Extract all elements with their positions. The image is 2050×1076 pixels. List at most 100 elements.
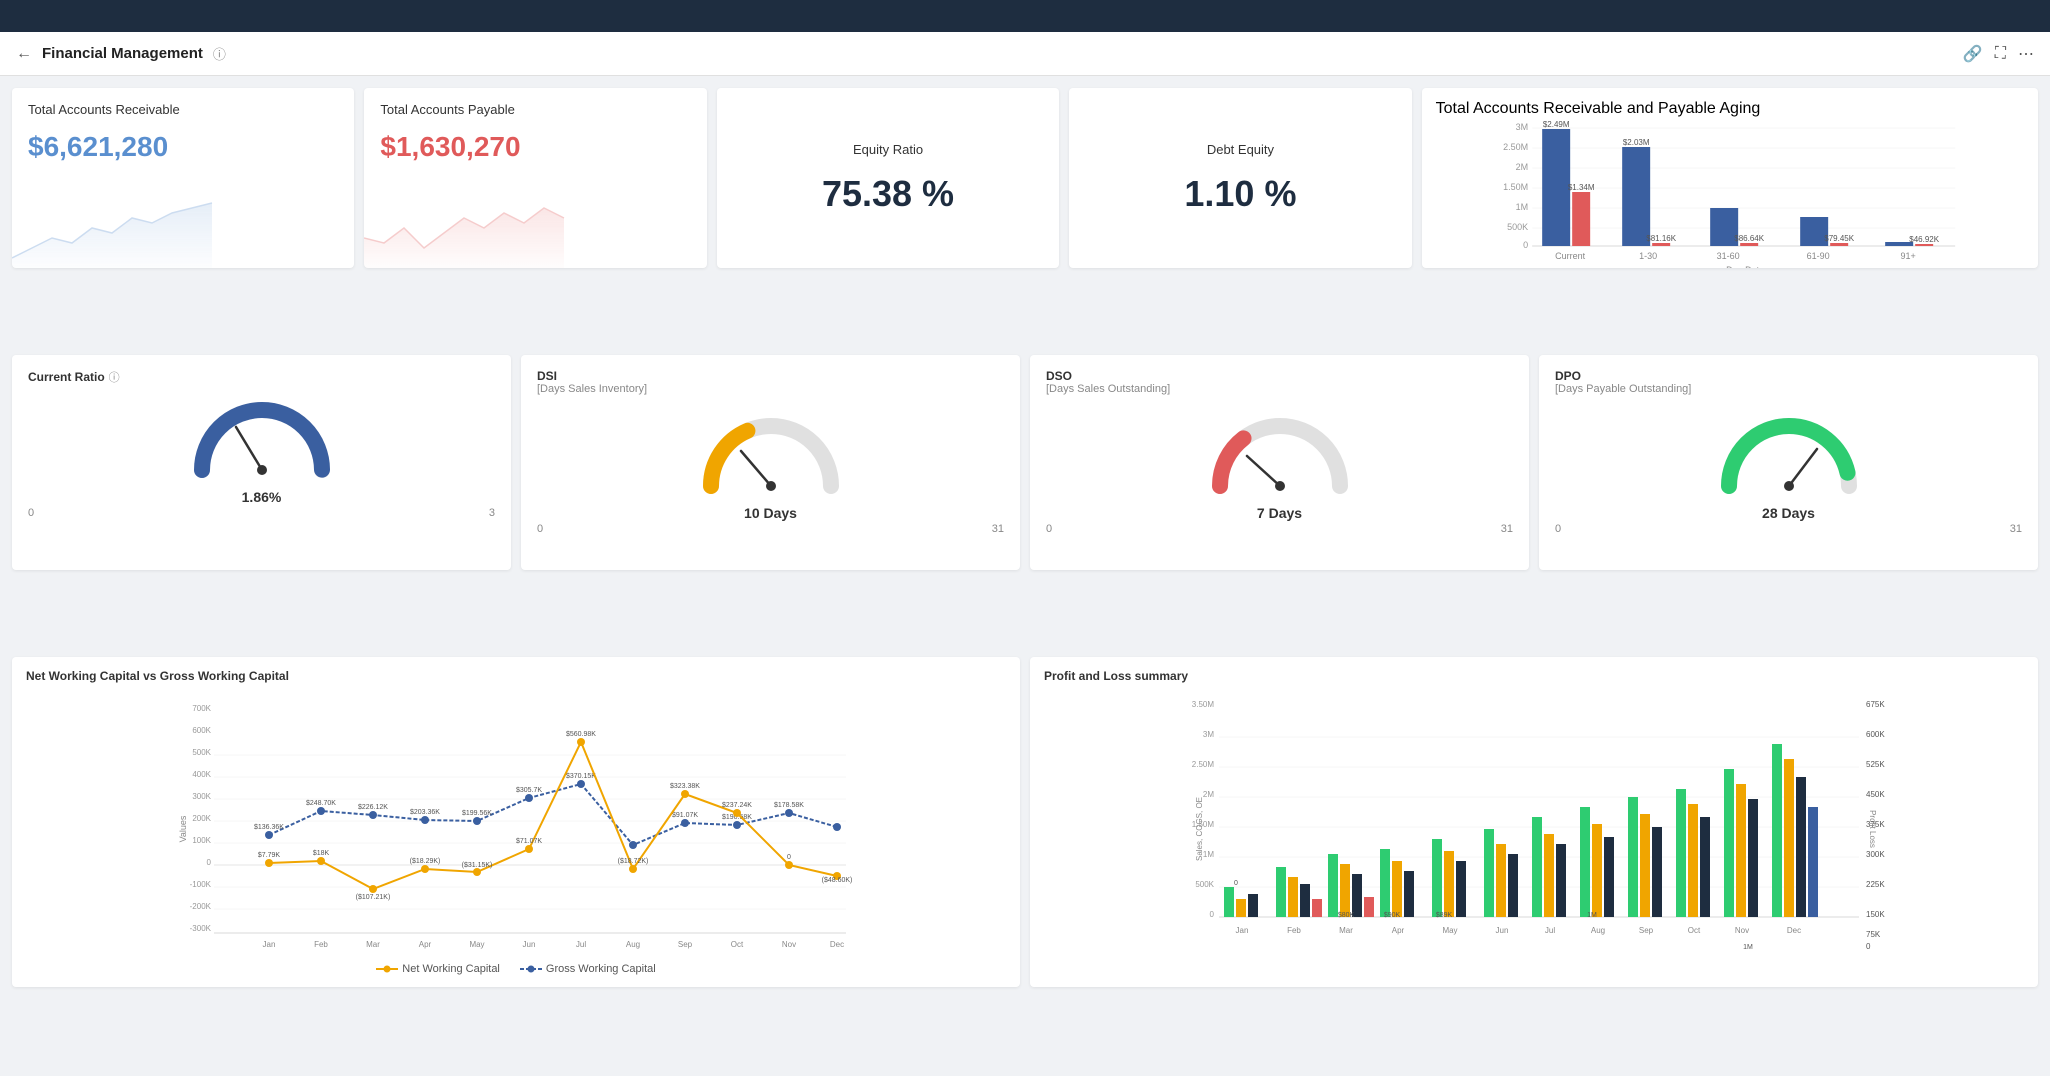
dso-card: DSO [Days Sales Outstanding] 7 Days 0 31 (1030, 355, 1529, 570)
dsi-gauge-container: 10 Days 0 31 (537, 401, 1004, 535)
pnl-chart-title: Profit and Loss summary (1044, 669, 2024, 683)
svg-text:225K: 225K (1866, 880, 1885, 889)
svg-text:Aug: Aug (626, 940, 640, 949)
svg-text:1.50M: 1.50M (1192, 820, 1215, 829)
svg-text:$46.92K: $46.92K (1909, 235, 1939, 244)
svg-text:600K: 600K (1866, 730, 1885, 739)
dpo-card: DPO [Days Payable Outstanding] 28 Days 0… (1539, 355, 2038, 570)
current-ratio-value: 1.86% (242, 489, 282, 505)
dpo-gauge-container: 28 Days 0 31 (1555, 401, 2022, 535)
page-title: Financial Management (42, 45, 203, 62)
dso-gauge (1200, 401, 1360, 501)
svg-text:Jan: Jan (263, 940, 276, 949)
svg-text:300K: 300K (1866, 850, 1885, 859)
svg-text:100K: 100K (192, 836, 211, 845)
svg-text:600K: 600K (192, 726, 211, 735)
svg-text:$86.64K: $86.64K (1734, 234, 1764, 243)
svg-text:3.50M: 3.50M (1192, 700, 1215, 709)
nwc-chart: Values 700K 600K 500K 400K 300K 200K 100… (26, 689, 1006, 954)
current-ratio-info[interactable]: ⓘ (109, 369, 120, 385)
svg-text:$323.38K: $323.38K (670, 783, 700, 790)
svg-text:2.50M: 2.50M (1192, 760, 1215, 769)
svg-text:1M: 1M (1743, 944, 1753, 951)
svg-text:$237.24K: $237.24K (722, 802, 752, 809)
svg-text:1-30: 1-30 (1639, 251, 1657, 261)
ar-ap-aging-card: Total Accounts Receivable and Payable Ag… (1422, 88, 2038, 268)
dpo-subtitle: [Days Payable Outstanding] (1555, 383, 2022, 395)
svg-text:Sep: Sep (678, 940, 693, 949)
svg-text:($18.29K): ($18.29K) (410, 858, 441, 865)
svg-text:$80K: $80K (1338, 912, 1355, 919)
debt-equity-title: Debt Equity (1207, 142, 1274, 157)
svg-text:300K: 300K (192, 792, 211, 801)
svg-text:($18.72K): ($18.72K) (618, 858, 649, 865)
dpo-value: 28 Days (1762, 505, 1815, 521)
current-ratio-card: Current Ratio ⓘ 1.86% 0 3 (12, 355, 511, 570)
svg-text:0: 0 (207, 858, 212, 867)
current-ratio-gauge-container: 1.86% 0 3 (28, 385, 495, 519)
svg-text:3M: 3M (1515, 122, 1528, 132)
current-ratio-title: Current Ratio (28, 370, 105, 384)
svg-text:3M: 3M (1203, 730, 1214, 739)
total-ar-card: Total Accounts Receivable $6,621,280 (12, 88, 354, 268)
dsi-subtitle: [Days Sales Inventory] (537, 383, 1004, 395)
svg-text:$305.7K: $305.7K (516, 787, 542, 794)
nwc-legend-item: Net Working Capital (376, 963, 500, 975)
svg-text:$560.98K: $560.98K (566, 731, 596, 738)
total-ap-title: Total Accounts Payable (380, 102, 690, 117)
svg-text:75K: 75K (1866, 930, 1881, 939)
svg-text:61-90: 61-90 (1806, 251, 1829, 261)
svg-text:500K: 500K (1507, 222, 1528, 232)
svg-text:($31.15K): ($31.15K) (462, 862, 493, 869)
current-ratio-range: 0 3 (28, 507, 495, 519)
info-icon[interactable]: ⓘ (213, 44, 226, 63)
back-button[interactable]: ← (16, 45, 32, 63)
dso-value: 7 Days (1257, 505, 1302, 521)
svg-text:Sep: Sep (1639, 926, 1654, 935)
svg-text:Feb: Feb (314, 940, 328, 949)
more-button[interactable]: ⋯ (2018, 44, 2034, 64)
dpo-gauge (1709, 401, 1869, 501)
mid-row: Current Ratio ⓘ 1.86% 0 3 (12, 355, 2038, 570)
pnl-chart: Sales, COGS, OE 3.50M 3M 2.50M 2M 1.50M … (1044, 689, 2024, 964)
ap-sparkline (364, 198, 564, 268)
svg-text:2M: 2M (1515, 162, 1528, 172)
svg-text:500K: 500K (192, 748, 211, 757)
link-button[interactable]: 🔗 (1963, 44, 1983, 64)
svg-text:1M: 1M (1203, 850, 1214, 859)
equity-ratio-title: Equity Ratio (853, 142, 923, 157)
svg-text:$79.45K: $79.45K (1824, 234, 1854, 243)
nwc-chart-title: Net Working Capital vs Gross Working Cap… (26, 669, 1006, 683)
dpo-range: 0 31 (1555, 523, 2022, 535)
svg-text:$71.07K: $71.07K (516, 838, 542, 845)
bottom-row: Net Working Capital vs Gross Working Cap… (12, 657, 2038, 987)
svg-text:0: 0 (787, 854, 791, 861)
svg-text:Apr: Apr (419, 940, 432, 949)
current-ratio-gauge (182, 385, 342, 485)
svg-text:$90K: $90K (1384, 912, 1401, 919)
svg-text:500K: 500K (1195, 880, 1214, 889)
svg-text:Nov: Nov (1735, 926, 1749, 935)
dsi-card: DSI [Days Sales Inventory] 10 Days 0 31 (521, 355, 1020, 570)
top-row: Total Accounts Receivable $6,621,280 Tot… (12, 88, 2038, 268)
svg-text:1M: 1M (1587, 912, 1597, 919)
expand-button[interactable]: ⛶ (1995, 45, 2006, 63)
debt-equity-value: 1.10 % (1184, 173, 1296, 215)
svg-text:$248.70K: $248.70K (306, 800, 336, 807)
svg-text:-100K: -100K (190, 880, 212, 889)
svg-text:-300K: -300K (190, 924, 212, 933)
svg-text:($107.21K): ($107.21K) (356, 894, 391, 901)
ar-ap-chart-title: Total Accounts Receivable and Payable Ag… (1436, 100, 2024, 118)
svg-text:0: 0 (1234, 880, 1238, 887)
svg-text:$2.03M: $2.03M (1622, 138, 1649, 147)
dsi-value: 10 Days (744, 505, 797, 521)
total-ar-value: $6,621,280 (28, 131, 338, 163)
svg-text:450K: 450K (1866, 790, 1885, 799)
svg-text:Values: Values (178, 815, 188, 842)
svg-text:$7.79K: $7.79K (258, 852, 281, 859)
svg-text:2M: 2M (1203, 790, 1214, 799)
svg-text:$226.12K: $226.12K (358, 804, 388, 811)
equity-ratio-card: Equity Ratio 75.38 % (717, 88, 1059, 268)
svg-text:91+: 91+ (1900, 251, 1915, 261)
svg-text:Oct: Oct (1688, 926, 1701, 935)
